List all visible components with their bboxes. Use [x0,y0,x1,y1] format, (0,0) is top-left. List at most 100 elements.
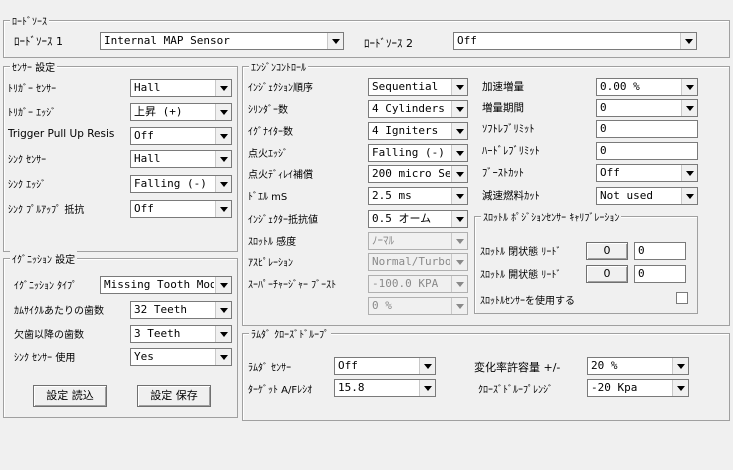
load-source-2-select[interactable]: Off [453,32,697,50]
sensor-row-select[interactable]: Falling (-) [130,175,232,193]
engine-right-label: ﾊｰﾄﾞﾚﾌﾞﾘﾐｯﾄ [482,145,540,157]
sensor-row-select[interactable]: Hall [130,150,232,168]
save-settings-button[interactable]: 設定 保存 [137,385,211,407]
throttle-closed-value[interactable]: 0 [634,242,686,260]
chevron-down-icon[interactable] [215,151,231,167]
chevron-down-icon[interactable] [681,188,697,204]
sensor-row-select[interactable]: Hall [130,79,232,97]
engine-row-select[interactable]: -100.0 KPA [368,275,468,293]
engine-right-select[interactable]: Off [596,164,698,182]
chevron-down-icon[interactable] [681,79,697,95]
engine-row-label: 点火ﾃﾞｨﾚｲ補償 [248,170,313,181]
engine-row-select[interactable]: 0 % [368,297,468,315]
engine-row-label: 点火ｴｯｼﾞ [248,149,288,160]
chevron-down-icon[interactable] [215,277,231,293]
lambda-closed-loop-group: ﾗﾑﾀﾞ ｸﾛｰｽﾞﾄﾞﾙｰﾌﾟ [242,326,730,421]
target-afr-label: ﾀｰｹﾞｯﾄ A/Fﾚｼｵ [248,385,313,396]
chevron-down-icon[interactable] [215,349,231,365]
engine-row-label: ｼﾘﾝﾀﾞｰ数 [248,105,288,116]
lambda-sensor-select[interactable]: Off [334,357,436,375]
ignition-row-select[interactable]: Missing Tooth Mode [100,276,232,294]
lambda-sensor-label: ﾗﾑﾀﾞ ｾﾝｻｰ [248,363,292,374]
engine-row-label: ｽﾛｯﾄﾙ 感度 [248,237,297,248]
engine-row-select[interactable]: 4 Cylinders [368,100,468,118]
throttle-open-value[interactable]: 0 [634,265,686,283]
ignition-row-label: ｶﾑｻｲｸﾙあたりの歯数 [14,306,104,317]
engine-row-label: ﾄﾞｴﾙ mS [248,192,288,203]
tolerance-label: 変化率許容量 +/- [474,361,561,374]
closed-loop-range-label: ｸﾛｰｽﾞﾄﾞﾙｰﾌﾟﾚﾝｼﾞ [478,385,553,396]
sensor-row-label: ｼﾝｸ ｾﾝｻｰ [8,155,47,166]
engine-row-select[interactable]: ﾉｰﾏﾙ [368,232,468,250]
engine-right-label: ﾌﾞｰｽﾄｶｯﾄ [482,167,524,179]
engine-row-select[interactable]: 4 Igniters [368,122,468,140]
chevron-down-icon[interactable] [451,211,467,227]
throttle-calibration-legend: ｽﾛｯﾄﾙ ﾎﾟｼﾞｼｮﾝｾﾝｻｰ ｷｬﾘﾌﾞﾚｰｼｮﾝ [481,209,622,224]
chevron-down-icon[interactable] [215,104,231,120]
ignition-row-select[interactable]: Yes [130,348,232,366]
engine-row-select[interactable]: Falling (-) [368,144,468,162]
engine-row-select[interactable]: 0.5 オーム [368,210,468,228]
chevron-down-icon[interactable] [681,100,697,116]
engine-row-select[interactable]: Normal/Turbo [368,253,468,271]
chevron-down-icon[interactable] [215,302,231,318]
load-source-1-label: ﾛｰﾄﾞｿｰｽ 1 [14,35,63,48]
read-settings-button[interactable]: 設定 読込 [33,385,107,407]
chevron-down-icon[interactable] [451,79,467,95]
engine-right-select[interactable]: 0.00 % [596,78,698,96]
engine-right-label: 加速増量 [482,81,524,93]
throttle-open-label: ｽﾛｯﾄﾙ 開状態 ﾘｰﾄﾞ [480,270,562,281]
chevron-down-icon[interactable] [451,233,467,249]
engine-right-input[interactable]: 0 [596,120,698,138]
closed-loop-range-select[interactable]: -20 Kpa [587,379,689,397]
chevron-down-icon[interactable] [451,145,467,161]
chevron-down-icon[interactable] [451,276,467,292]
throttle-closed-read-button[interactable]: 0 [586,242,628,260]
chevron-down-icon[interactable] [215,201,231,217]
chevron-down-icon[interactable] [672,380,688,396]
engine-row-select[interactable]: Sequential [368,78,468,96]
engine-row-select[interactable]: 2.5 ms [368,187,468,205]
engine-row-label: ｽｰﾊﾟｰﾁｬｰｼﾞｬｰ ﾌﾞｰｽﾄ [248,280,337,291]
load-source-1-select[interactable]: Internal MAP Sensor [100,32,344,50]
engine-right-label: 増量期間 [482,102,524,114]
engine-right-label: 減速燃料ｶｯﾄ [482,190,540,202]
chevron-down-icon[interactable] [419,358,435,374]
chevron-down-icon[interactable] [215,80,231,96]
throttle-open-read-button[interactable]: 0 [586,265,628,283]
chevron-down-icon[interactable] [215,128,231,144]
load-source-legend: ﾛｰﾄﾞｿｰｽ [10,13,49,28]
chevron-down-icon[interactable] [419,380,435,396]
chevron-down-icon[interactable] [680,33,696,49]
chevron-down-icon[interactable] [327,33,343,49]
chevron-down-icon[interactable] [451,101,467,117]
chevron-down-icon[interactable] [451,254,467,270]
sensor-row-select[interactable]: Off [130,127,232,145]
engine-row-label: ｲｸﾞﾅｲﾀｰ数 [248,127,293,138]
tolerance-select[interactable]: 20 % [587,357,689,375]
chevron-down-icon[interactable] [451,123,467,139]
chevron-down-icon[interactable] [215,176,231,192]
lambda-legend: ﾗﾑﾀﾞ ｸﾛｰｽﾞﾄﾞﾙｰﾌﾟ [249,326,332,341]
engine-row-label: ｲﾝｼﾞｪｸﾀｰ抵抗値 [248,215,318,226]
use-throttle-sensor-label: ｽﾛｯﾄﾙｾﾝｻｰを使用する [480,296,575,307]
ignition-row-select[interactable]: 3 Teeth [130,325,232,343]
chevron-down-icon[interactable] [451,298,467,314]
ignition-row-label: ｼﾝｸ ｾﾝｻｰ 使用 [14,353,76,364]
sensor-row-label: ｼﾝｸ ﾌﾟﾙｱｯﾌﾟ 抵抗 [8,205,85,216]
sensor-row-select[interactable]: Off [130,200,232,218]
sensor-row-select[interactable]: 上昇 (+) [130,103,232,121]
use-throttle-sensor-checkbox[interactable] [676,292,688,304]
chevron-down-icon[interactable] [215,326,231,342]
chevron-down-icon[interactable] [681,165,697,181]
chevron-down-icon[interactable] [672,358,688,374]
engine-right-input[interactable]: 0 [596,142,698,160]
load-source-2-label: ﾛｰﾄﾞｿｰｽ 2 [364,37,413,50]
chevron-down-icon[interactable] [451,166,467,182]
target-afr-select[interactable]: 15.8 [334,379,436,397]
engine-row-select[interactable]: 200 micro Sec [368,165,468,183]
engine-right-select[interactable]: Not used [596,187,698,205]
chevron-down-icon[interactable] [451,188,467,204]
ignition-row-select[interactable]: 32 Teeth [130,301,232,319]
engine-right-select[interactable]: 0 [596,99,698,117]
